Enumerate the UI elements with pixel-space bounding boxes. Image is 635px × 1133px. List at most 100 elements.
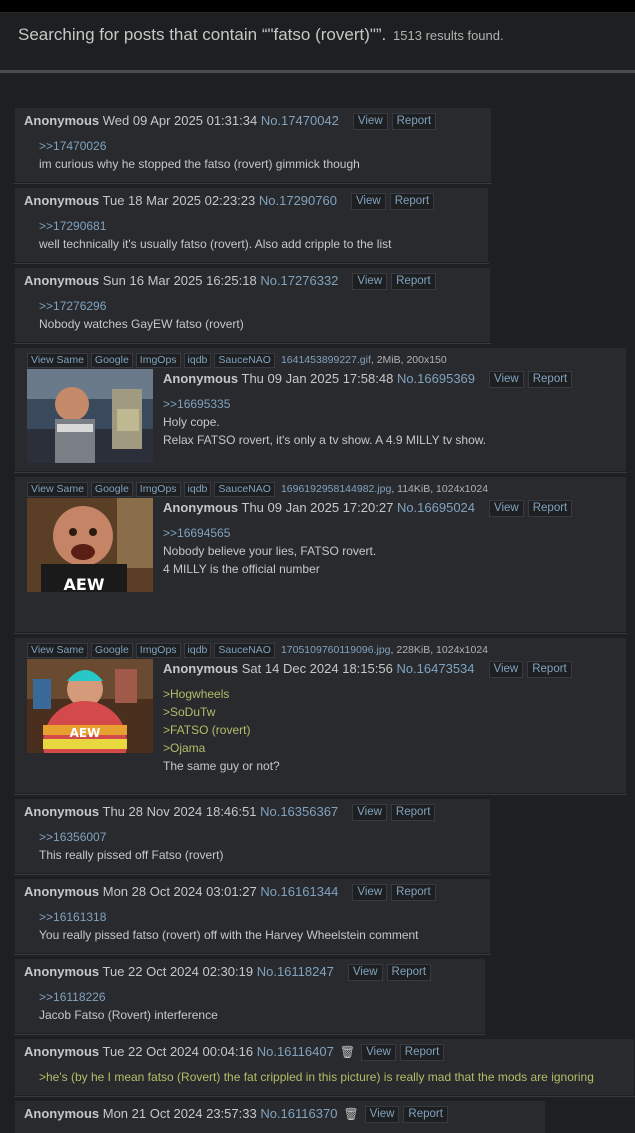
file-info: View Same Google ImgOps iqdb SauceNAO 1705109… bbox=[27, 643, 488, 658]
post-header: Anonymous Mon 28 Oct 2024 03:01:27 No.16… bbox=[24, 884, 436, 901]
quote-link[interactable]: >>16695335 bbox=[163, 395, 486, 413]
file-name-link[interactable]: 1705109760119096.jpg bbox=[281, 644, 391, 656]
file-search-button[interactable]: SauceNAO bbox=[214, 643, 275, 658]
post-number-link[interactable]: No.16695369 bbox=[397, 371, 475, 386]
view-button[interactable]: View bbox=[489, 500, 524, 517]
file-search-button[interactable]: View Same bbox=[27, 643, 88, 658]
report-button[interactable]: Report bbox=[386, 964, 432, 981]
report-button[interactable]: Report bbox=[399, 1044, 445, 1061]
quote-link[interactable]: >>16694565 bbox=[163, 524, 376, 542]
view-button[interactable]: View bbox=[361, 1044, 396, 1061]
post-body: >>17290681 well technically it's usually … bbox=[39, 217, 391, 253]
view-button[interactable]: View bbox=[352, 884, 388, 901]
file-search-button[interactable]: SauceNAO bbox=[214, 482, 275, 497]
view-button[interactable]: View bbox=[350, 193, 386, 210]
file-search-button[interactable]: SauceNAO bbox=[214, 353, 275, 368]
post-date: Wed 09 Apr 2025 01:31:34 bbox=[102, 113, 258, 128]
report-button[interactable]: Report bbox=[389, 193, 435, 210]
file-search-button[interactable]: View Same bbox=[27, 353, 88, 368]
report-button[interactable]: Report bbox=[403, 1106, 448, 1123]
post-body: >>16161318 You really pissed fatso (rover… bbox=[39, 908, 419, 944]
post-date: Sat 14 Dec 2024 18:15:56 bbox=[241, 661, 393, 676]
poster-name: Anonymous bbox=[163, 500, 239, 515]
trash-icon[interactable]: 🗑 bbox=[343, 1107, 358, 1121]
file-search-button[interactable]: iqdb bbox=[183, 482, 212, 497]
file-info: View Same Google ImgOps iqdb SauceNAO 1641453… bbox=[27, 353, 447, 368]
view-button[interactable]: View bbox=[347, 964, 383, 981]
post-text-line: Nobody believe your lies, FATSO rovert. bbox=[163, 544, 377, 558]
post-header: Anonymous Mon 21 Oct 2024 23:57:33 No.16… bbox=[24, 1106, 448, 1123]
greentext-line: >Ojama bbox=[163, 741, 206, 755]
report-button[interactable]: Report bbox=[527, 661, 572, 678]
post: Anonymous Wed 09 Apr 2025 01:31:34 No.17… bbox=[14, 107, 492, 183]
post-header: Anonymous Wed 09 Apr 2025 01:31:34 No.17… bbox=[24, 113, 437, 130]
post-number-link[interactable]: No.16695024 bbox=[397, 500, 475, 515]
view-button[interactable]: View bbox=[352, 804, 387, 821]
file-name-link[interactable]: 1696192958144982.jpg bbox=[281, 483, 391, 495]
report-button[interactable]: Report bbox=[527, 371, 573, 388]
post-number-link[interactable]: No.16118247 bbox=[257, 964, 334, 979]
quote-link[interactable]: >>16161318 bbox=[39, 908, 419, 926]
poster-name: Anonymous bbox=[24, 804, 100, 819]
post-body: >>17470026 im curious why he stopped the … bbox=[39, 137, 360, 173]
file-meta: , 2MiB, 200x150 bbox=[370, 354, 447, 366]
report-button[interactable]: Report bbox=[391, 884, 436, 901]
file-search-button[interactable]: View Same bbox=[27, 482, 88, 497]
post: Anonymous Tue 22 Oct 2024 00:04:16 No.16… bbox=[14, 1038, 635, 1096]
post-thumbnail[interactable] bbox=[27, 369, 153, 463]
post-body: >>16356007 This really pissed off Fatso (… bbox=[39, 828, 224, 864]
post-number-link[interactable]: No.17290760 bbox=[259, 193, 337, 208]
post-date: Sun 16 Mar 2025 16:25:18 bbox=[102, 273, 257, 288]
post-body: >>16694565 Nobody believe your lies, FATS… bbox=[163, 524, 376, 578]
file-search-button[interactable]: ImgOps bbox=[135, 353, 181, 368]
post-body: >Hogwheels >SoDuTw >FATSO (rovert) >Ojama Th… bbox=[163, 685, 280, 775]
post: Anonymous Tue 22 Oct 2024 02:30:19 No.16… bbox=[14, 958, 486, 1034]
file-search-button[interactable]: Google bbox=[90, 643, 133, 658]
post-thumbnail[interactable]: AEW bbox=[27, 659, 153, 753]
post: View Same Google ImgOps iqdb SauceNAO 1696192… bbox=[14, 476, 627, 633]
post: View Same Google ImgOps iqdb SauceNAO 1705109… bbox=[14, 637, 627, 794]
post-header: Anonymous Thu 09 Jan 2025 17:20:27 No.16… bbox=[163, 500, 573, 517]
poster-name: Anonymous bbox=[24, 1044, 100, 1059]
search-prefix: Searching for posts that contain bbox=[18, 25, 262, 44]
post-thumbnail[interactable]: AEW bbox=[27, 498, 153, 592]
file-meta: , 228KiB, 1024x1024 bbox=[390, 644, 489, 656]
file-search-button[interactable]: ImgOps bbox=[135, 643, 181, 658]
report-button[interactable]: Report bbox=[391, 113, 437, 130]
trash-icon[interactable]: 🗑 bbox=[340, 1045, 355, 1059]
file-search-button[interactable]: Google bbox=[90, 482, 133, 497]
view-button[interactable]: View bbox=[489, 371, 524, 388]
post-number-link[interactable]: No.16116407 bbox=[257, 1044, 334, 1059]
view-button[interactable]: View bbox=[352, 273, 388, 290]
poster-name: Anonymous bbox=[24, 884, 100, 899]
report-button[interactable]: Report bbox=[527, 500, 573, 517]
quote-link[interactable]: >>16118226 bbox=[39, 988, 218, 1006]
post-body: >>17276296 Nobody watches GayEW fatso (ro… bbox=[39, 297, 244, 333]
file-search-button[interactable]: Google bbox=[90, 353, 133, 368]
post-number-link[interactable]: No.16356367 bbox=[260, 804, 338, 819]
view-button[interactable]: View bbox=[488, 661, 524, 678]
file-search-button[interactable]: ImgOps bbox=[135, 482, 181, 497]
quote-link[interactable]: >>17470026 bbox=[39, 137, 360, 155]
file-search-button[interactable]: iqdb bbox=[183, 643, 212, 658]
poster-name: Anonymous bbox=[163, 661, 239, 676]
post-number-link[interactable]: No.17470042 bbox=[261, 113, 339, 128]
post-body: >>16695335 Holy cope. Relax FATSO rovert, … bbox=[163, 395, 486, 449]
svg-text:AEW: AEW bbox=[64, 575, 105, 592]
quote-link[interactable]: >>17290681 bbox=[39, 217, 391, 235]
post-number-link[interactable]: No.16161344 bbox=[260, 884, 338, 899]
report-button[interactable]: Report bbox=[390, 804, 436, 821]
report-button[interactable]: Report bbox=[391, 273, 436, 290]
post-header: Anonymous Tue 22 Oct 2024 02:30:19 No.16… bbox=[24, 964, 432, 981]
quote-link[interactable]: >>17276296 bbox=[39, 297, 244, 315]
file-name-link[interactable]: 1641453899227.gif bbox=[281, 354, 371, 366]
post-number-link[interactable]: No.16473534 bbox=[396, 661, 474, 676]
post-number-link[interactable]: No.16116370 bbox=[260, 1106, 337, 1121]
poster-name: Anonymous bbox=[24, 1106, 100, 1121]
file-search-button[interactable]: iqdb bbox=[183, 353, 212, 368]
view-button[interactable]: View bbox=[364, 1106, 400, 1123]
quote-link[interactable]: >>16356007 bbox=[39, 828, 224, 846]
poster-name: Anonymous bbox=[24, 273, 100, 288]
post-number-link[interactable]: No.17276332 bbox=[260, 273, 338, 288]
view-button[interactable]: View bbox=[352, 113, 388, 130]
